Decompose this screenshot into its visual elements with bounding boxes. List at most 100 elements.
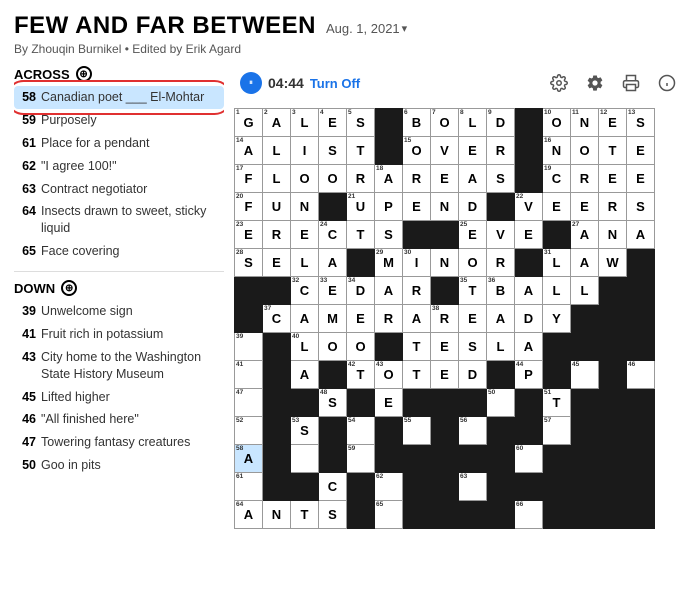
cell-7-2[interactable]: A: [291, 305, 319, 333]
cell-7-7[interactable]: 38R: [431, 305, 459, 333]
cell-9-8[interactable]: D: [459, 361, 487, 389]
cell-8-2[interactable]: 40L: [291, 333, 319, 361]
clue-down-47[interactable]: 47 Towering fantasy creatures: [14, 431, 224, 454]
cell-13-7[interactable]: [431, 473, 459, 501]
cell-14-4[interactable]: [347, 501, 375, 529]
cell-9-14[interactable]: 46: [627, 361, 655, 389]
cell-6-5[interactable]: A: [375, 277, 403, 305]
cell-5-13[interactable]: W: [599, 249, 627, 277]
cell-9-0[interactable]: 41: [235, 361, 263, 389]
cell-12-8[interactable]: [459, 445, 487, 473]
cell-9-11[interactable]: [543, 361, 571, 389]
theme-settings-icon[interactable]: [546, 70, 572, 96]
cell-3-5[interactable]: P: [375, 193, 403, 221]
cell-7-9[interactable]: A: [487, 305, 515, 333]
cell-9-4[interactable]: 42T: [347, 361, 375, 389]
cell-10-13[interactable]: [599, 389, 627, 417]
cell-13-14[interactable]: [627, 473, 655, 501]
cell-12-0[interactable]: 58A: [235, 445, 263, 473]
cell-0-9[interactable]: 9D: [487, 109, 515, 137]
cell-1-8[interactable]: E: [459, 137, 487, 165]
cell-4-1[interactable]: R: [263, 221, 291, 249]
cell-9-10[interactable]: 44P: [515, 361, 543, 389]
cell-2-8[interactable]: A: [459, 165, 487, 193]
cell-14-7[interactable]: [431, 501, 459, 529]
cell-0-4[interactable]: 5S: [347, 109, 375, 137]
clue-across-58[interactable]: 58 Canadian poet ___ El-Mohtar: [14, 86, 224, 109]
cell-10-9[interactable]: 50: [487, 389, 515, 417]
cell-2-9[interactable]: S: [487, 165, 515, 193]
cell-4-0[interactable]: 23E: [235, 221, 263, 249]
cell-9-9[interactable]: [487, 361, 515, 389]
cell-3-6[interactable]: E: [403, 193, 431, 221]
cell-0-12[interactable]: 11N: [571, 109, 599, 137]
cell-4-13[interactable]: N: [599, 221, 627, 249]
cell-1-3[interactable]: S: [319, 137, 347, 165]
cell-7-14[interactable]: [627, 305, 655, 333]
cell-3-0[interactable]: 20F: [235, 193, 263, 221]
cell-5-9[interactable]: R: [487, 249, 515, 277]
cell-11-8[interactable]: 56: [459, 417, 487, 445]
cell-5-11[interactable]: 31L: [543, 249, 571, 277]
cell-3-3[interactable]: [319, 193, 347, 221]
cell-6-0[interactable]: [235, 277, 263, 305]
cell-3-4[interactable]: 21U: [347, 193, 375, 221]
cell-3-13[interactable]: R: [599, 193, 627, 221]
cell-8-3[interactable]: O: [319, 333, 347, 361]
cell-4-2[interactable]: E: [291, 221, 319, 249]
print-icon[interactable]: [618, 70, 644, 96]
cell-5-14[interactable]: [627, 249, 655, 277]
cell-7-3[interactable]: M: [319, 305, 347, 333]
cell-0-2[interactable]: 3L: [291, 109, 319, 137]
cell-11-5[interactable]: [375, 417, 403, 445]
cell-14-5[interactable]: 65: [375, 501, 403, 529]
cell-1-4[interactable]: T: [347, 137, 375, 165]
cell-6-8[interactable]: 35T: [459, 277, 487, 305]
cell-7-11[interactable]: Y: [543, 305, 571, 333]
cell-0-5[interactable]: [375, 109, 403, 137]
clue-down-43[interactable]: 43 City home to the Washington State His…: [14, 346, 224, 386]
cell-1-6[interactable]: 15O: [403, 137, 431, 165]
cell-1-12[interactable]: O: [571, 137, 599, 165]
cell-8-9[interactable]: L: [487, 333, 515, 361]
cell-4-5[interactable]: S: [375, 221, 403, 249]
cell-8-8[interactable]: S: [459, 333, 487, 361]
cell-5-3[interactable]: A: [319, 249, 347, 277]
clue-down-41[interactable]: 41 Fruit rich in potassium: [14, 323, 224, 346]
cell-8-5[interactable]: [375, 333, 403, 361]
cell-8-6[interactable]: T: [403, 333, 431, 361]
cell-5-1[interactable]: E: [263, 249, 291, 277]
cell-2-5[interactable]: 18A: [375, 165, 403, 193]
cell-9-5[interactable]: 43O: [375, 361, 403, 389]
cell-13-0[interactable]: 61: [235, 473, 263, 501]
cell-13-11[interactable]: [543, 473, 571, 501]
cell-10-14[interactable]: [627, 389, 655, 417]
cell-8-10[interactable]: A: [515, 333, 543, 361]
cell-2-12[interactable]: R: [571, 165, 599, 193]
cell-4-11[interactable]: [543, 221, 571, 249]
cell-10-1[interactable]: [263, 389, 291, 417]
cell-7-8[interactable]: E: [459, 305, 487, 333]
cell-12-2[interactable]: [291, 445, 319, 473]
cell-11-6[interactable]: 55: [403, 417, 431, 445]
cell-8-11[interactable]: [543, 333, 571, 361]
cell-2-11[interactable]: 19C: [543, 165, 571, 193]
cell-2-4[interactable]: R: [347, 165, 375, 193]
cell-13-8[interactable]: 63: [459, 473, 487, 501]
gear-icon[interactable]: [582, 70, 608, 96]
cell-5-6[interactable]: 30I: [403, 249, 431, 277]
cell-14-6[interactable]: [403, 501, 431, 529]
cell-3-11[interactable]: E: [543, 193, 571, 221]
down-expand-icon[interactable]: ⊕: [61, 280, 77, 296]
cell-0-11[interactable]: 10O: [543, 109, 571, 137]
cell-10-11[interactable]: 51T: [543, 389, 571, 417]
cell-11-2[interactable]: 53S: [291, 417, 319, 445]
cell-9-12[interactable]: 45: [571, 361, 599, 389]
cell-11-10[interactable]: [515, 417, 543, 445]
cell-11-7[interactable]: [431, 417, 459, 445]
cell-7-13[interactable]: [599, 305, 627, 333]
cell-7-12[interactable]: [571, 305, 599, 333]
cell-11-12[interactable]: [571, 417, 599, 445]
cell-13-4[interactable]: [347, 473, 375, 501]
cell-10-0[interactable]: 47: [235, 389, 263, 417]
